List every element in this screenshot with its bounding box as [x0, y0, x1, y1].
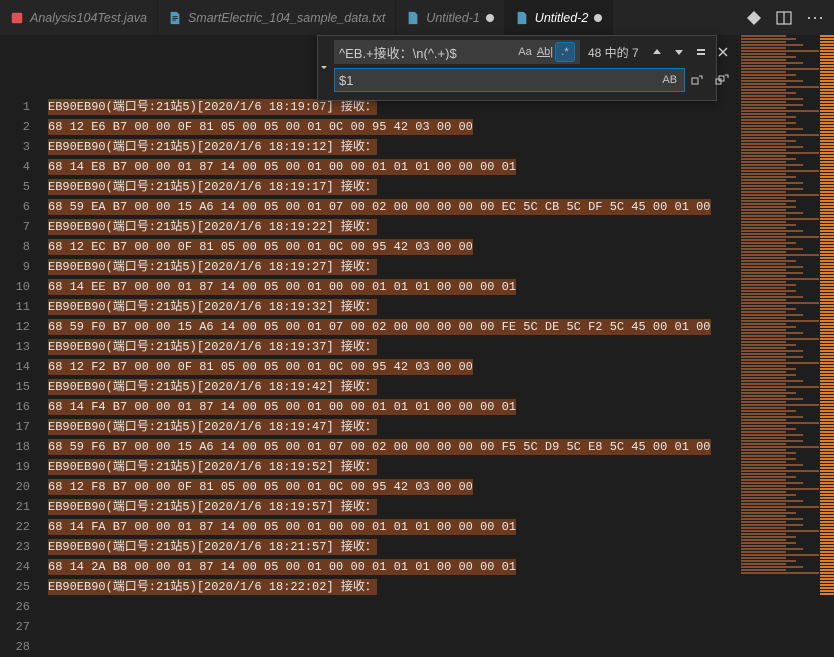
toggle-replace-icon[interactable]	[318, 36, 330, 100]
code-line: EB90EB90(端口号:21站5)[2020/1/6 18:19:27] 接收…	[48, 257, 739, 277]
text-file-icon	[168, 11, 182, 25]
code-line: EB90EB90(端口号:21站5)[2020/1/6 18:19:12] 接收…	[48, 137, 739, 157]
line-number: 22	[0, 517, 30, 537]
code-line: 68 14 E8 B7 00 00 01 87 14 00 05 00 01 0…	[48, 157, 739, 177]
line-number: 20	[0, 477, 30, 497]
find-input-wrap: Aa Ab| .*	[334, 40, 580, 64]
regex-toggle[interactable]: .*	[555, 42, 575, 62]
code-line: EB90EB90(端口号:21站5)[2020/1/6 18:19:47] 接收…	[48, 417, 739, 437]
line-number: 5	[0, 177, 30, 197]
line-number: 17	[0, 417, 30, 437]
line-number: 7	[0, 217, 30, 237]
line-number: 2	[0, 117, 30, 137]
line-number-gutter: 1234567891011121314151617181920212223242…	[0, 97, 48, 596]
tab-label: Untitled-1	[426, 11, 480, 25]
line-number: 15	[0, 377, 30, 397]
code-line: 68 59 EA B7 00 00 15 A6 14 00 05 00 01 0…	[48, 197, 739, 217]
replace-input-wrap: AB	[334, 68, 685, 92]
tab-untitled-1[interactable]: Untitled-1	[396, 0, 505, 35]
line-number: 26	[0, 597, 30, 617]
match-count: 48 中的 7	[582, 44, 645, 61]
tabbar-actions: ···	[736, 0, 834, 35]
code-line: EB90EB90(端口号:21站5)[2020/1/6 18:19:32] 接收…	[48, 297, 739, 317]
line-number: 11	[0, 297, 30, 317]
line-number: 8	[0, 237, 30, 257]
code-line: EB90EB90(端口号:21站5)[2020/1/6 18:19:37] 接收…	[48, 337, 739, 357]
line-number: 16	[0, 397, 30, 417]
whole-word-toggle[interactable]: Ab|	[535, 42, 555, 62]
next-match-icon[interactable]	[669, 42, 689, 62]
modified-dot-icon	[486, 14, 494, 22]
line-number: 10	[0, 277, 30, 297]
code-line: 68 59 F6 B7 00 00 15 A6 14 00 05 00 01 0…	[48, 437, 739, 457]
line-number: 13	[0, 337, 30, 357]
code-line: 68 14 2A B8 00 00 01 87 14 00 05 00 01 0…	[48, 557, 739, 577]
tab-label: Analysis104Test.java	[30, 11, 147, 25]
tab-untitled-2[interactable]: Untitled-2	[505, 0, 614, 35]
line-number: 28	[0, 637, 30, 657]
text-file-icon	[406, 11, 420, 25]
code-line: 68 14 EE B7 00 00 01 87 14 00 05 00 01 0…	[48, 277, 739, 297]
line-number: 1	[0, 97, 30, 117]
replace-one-icon[interactable]	[687, 69, 709, 91]
minimap[interactable]	[739, 35, 834, 596]
tab-label: Untitled-2	[535, 11, 589, 25]
code-line: 68 12 E6 B7 00 00 0F 81 05 00 05 00 01 0…	[48, 117, 739, 137]
tab-analysis104test[interactable]: Analysis104Test.java	[0, 0, 158, 35]
prev-match-icon[interactable]	[647, 42, 667, 62]
line-number: 19	[0, 457, 30, 477]
line-number: 3	[0, 137, 30, 157]
match-case-toggle[interactable]: Aa	[515, 42, 535, 62]
line-number: 14	[0, 357, 30, 377]
preserve-case-toggle[interactable]: AB	[660, 70, 680, 90]
replace-input[interactable]	[339, 73, 660, 88]
more-actions-icon[interactable]: ···	[806, 7, 824, 28]
tab-smartelectric[interactable]: SmartElectric_104_sample_data.txt	[158, 0, 396, 35]
line-number: 18	[0, 437, 30, 457]
tab-bar: Analysis104Test.java SmartElectric_104_s…	[0, 0, 834, 35]
code-line: EB90EB90(端口号:21站5)[2020/1/6 18:19:57] 接收…	[48, 497, 739, 517]
code-line: EB90EB90(端口号:21站5)[2020/1/6 18:22:02] 接收…	[48, 577, 739, 596]
diff-icon[interactable]	[746, 10, 762, 26]
line-number: 23	[0, 537, 30, 557]
code-line: 68 14 F4 B7 00 00 01 87 14 00 05 00 01 0…	[48, 397, 739, 417]
code-line: EB90EB90(端口号:21站5)[2020/1/6 18:19:52] 接收…	[48, 457, 739, 477]
line-number: 9	[0, 257, 30, 277]
code-line: EB90EB90(端口号:21站5)[2020/1/6 18:19:17] 接收…	[48, 177, 739, 197]
code-line: 68 12 F8 B7 00 00 0F 81 05 00 05 00 01 0…	[48, 477, 739, 497]
line-number: 12	[0, 317, 30, 337]
line-number: 21	[0, 497, 30, 517]
code-line: EB90EB90(端口号:21站5)[2020/1/6 18:19:42] 接收…	[48, 377, 739, 397]
line-number: 4	[0, 157, 30, 177]
code-line: EB90EB90(端口号:21站5)[2020/1/6 18:21:57] 接收…	[48, 537, 739, 557]
code-line: 68 12 F2 B7 00 00 0F 81 05 00 05 00 01 0…	[48, 357, 739, 377]
find-replace-widget: Aa Ab| .* 48 中的 7 AB	[317, 35, 717, 101]
close-find-icon[interactable]	[713, 42, 733, 62]
code-line: 68 12 EC B7 00 00 0F 81 05 00 05 00 01 0…	[48, 237, 739, 257]
code-line: EB90EB90(端口号:21站5)[2020/1/6 18:19:22] 接收…	[48, 217, 739, 237]
line-number: 24	[0, 557, 30, 577]
line-number: 25	[0, 577, 30, 597]
java-file-icon	[10, 11, 24, 25]
code-content[interactable]: EB90EB90(端口号:21站5)[2020/1/6 18:19:07] 接收…	[48, 97, 739, 596]
tab-label: SmartElectric_104_sample_data.txt	[188, 11, 385, 25]
find-input[interactable]	[339, 45, 515, 60]
code-line: 68 59 F0 B7 00 00 15 A6 14 00 05 00 01 0…	[48, 317, 739, 337]
code-line: 68 14 FA B7 00 00 01 87 14 00 05 00 01 0…	[48, 517, 739, 537]
line-number: 27	[0, 617, 30, 637]
line-number: 6	[0, 197, 30, 217]
replace-all-icon[interactable]	[711, 69, 733, 91]
text-file-icon	[515, 11, 529, 25]
split-editor-icon[interactable]	[776, 10, 792, 26]
editor-area[interactable]: 1234567891011121314151617181920212223242…	[0, 35, 739, 596]
modified-dot-icon	[594, 14, 602, 22]
find-in-selection-icon[interactable]	[691, 42, 711, 62]
